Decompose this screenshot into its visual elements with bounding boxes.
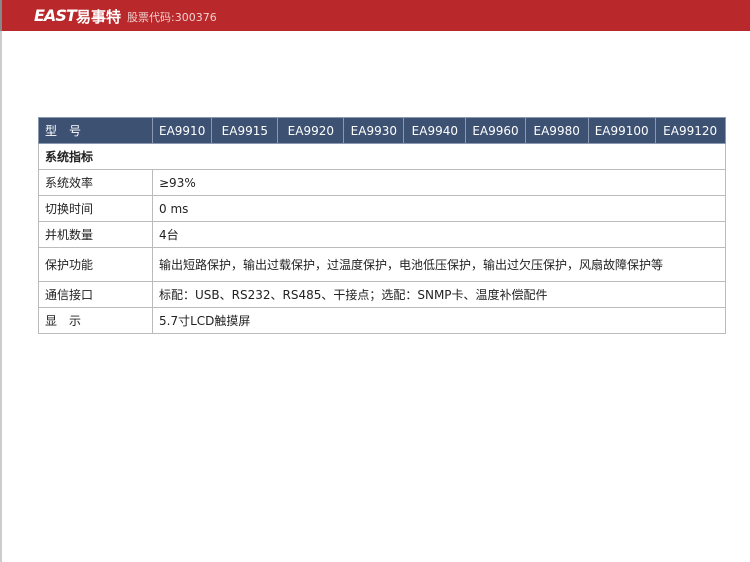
row-label: 系统效率	[38, 169, 153, 196]
section-title: 系统指标	[38, 143, 726, 170]
left-border	[0, 31, 2, 562]
logo-cn: 易事特	[76, 8, 122, 26]
row-label: 通信接口	[38, 281, 153, 308]
model-header: EA9980	[524, 117, 589, 144]
row-value: ≥93%	[152, 169, 726, 196]
row-value: 标配：USB、RS232、RS485、干接点；选配：SNMP卡、温度补偿配件	[152, 281, 726, 308]
table-row: 并机数量 4台	[38, 221, 726, 248]
row-value: 输出短路保护，输出过载保护，过温度保护，电池低压保护，输出过欠压保护，风扇故障保…	[152, 247, 726, 282]
table-row: 系统效率 ≥93%	[38, 169, 726, 196]
table-header-row: 型 号 EA9910 EA9915 EA9920 EA9930 EA9940 E…	[38, 117, 726, 144]
model-header: EA99100	[587, 117, 656, 144]
row-label: 保护功能	[38, 247, 153, 282]
model-header: EA9930	[343, 117, 405, 144]
row-label: 并机数量	[38, 221, 153, 248]
table-row: 保护功能 输出短路保护，输出过载保护，过温度保护，电池低压保护，输出过欠压保护，风…	[38, 247, 726, 282]
section-row: 系统指标	[38, 143, 726, 170]
model-header: EA9920	[277, 117, 345, 144]
model-header: EA9910	[151, 117, 213, 144]
row-value: 0 ms	[152, 195, 726, 222]
table-row: 通信接口 标配：USB、RS232、RS485、干接点；选配：SNMP卡、温度补偿…	[38, 281, 726, 308]
header-bar: EAST 易事特 股票代码:300376	[0, 0, 750, 31]
model-header: EA9960	[465, 117, 526, 144]
stock-code: 股票代码:300376	[127, 11, 217, 24]
spec-table: 型 号 EA9910 EA9915 EA9920 EA9930 EA9940 E…	[38, 117, 726, 334]
logo: EAST	[34, 6, 77, 25]
row-label: 切换时间	[38, 195, 153, 222]
table-row: 切换时间 0 ms	[38, 195, 726, 222]
model-header: EA99120	[654, 117, 726, 144]
row-label: 显 示	[38, 307, 153, 334]
model-header: EA9940	[403, 117, 467, 144]
row-value: 5.7寸LCD触摸屏	[152, 307, 726, 334]
row-value: 4台	[152, 221, 726, 248]
table-row: 显 示 5.7寸LCD触摸屏	[38, 307, 726, 334]
header-label: 型 号	[38, 117, 153, 144]
model-header: EA9915	[211, 117, 279, 144]
